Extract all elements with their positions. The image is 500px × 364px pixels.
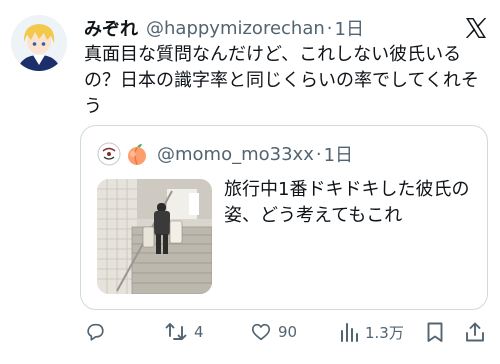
quoted-tweet-text: 旅行中1番ドキドキした彼氏の姿、どう考えてもこれ (224, 179, 470, 226)
quoted-tweet-photo[interactable] (97, 179, 212, 294)
retweet-icon (165, 323, 187, 340)
separator-dot: · (326, 17, 333, 39)
separator-dot: · (315, 143, 322, 165)
tweet-timestamp[interactable]: 1日 (335, 15, 364, 41)
like-button[interactable]: 90 (250, 318, 297, 346)
quoted-tweet-card[interactable]: @momo_mo33xx · 1日 旅行中1番ドキドキした彼氏の姿、どう考えても… (80, 125, 488, 310)
quoted-tweet-header: @momo_mo33xx · 1日 (97, 141, 353, 167)
retweet-count: 4 (194, 323, 204, 341)
reply-button[interactable] (84, 318, 106, 346)
like-count: 90 (278, 323, 298, 341)
retweet-button[interactable]: 4 (164, 318, 204, 346)
quoted-author-handle[interactable]: @momo_mo33xx (157, 144, 314, 165)
share-button[interactable] (464, 318, 486, 346)
tweet-text: 真面目な質問なんだけど、これしない彼氏いるの？日本の識字率と同じくらいの率でして… (84, 44, 479, 117)
author-handle[interactable]: @happymizorechan (146, 18, 325, 39)
views-bar-chart-icon (341, 323, 358, 342)
peach-emoji-icon (125, 142, 149, 166)
views-count: 1.3万 (365, 323, 404, 342)
bookmark-icon (427, 322, 443, 342)
views-button[interactable]: 1.3万 (339, 318, 404, 346)
x-logo-icon[interactable] (464, 16, 488, 40)
quoted-author-avatar[interactable] (97, 142, 121, 166)
author-avatar[interactable] (11, 15, 67, 71)
bookmark-button[interactable] (425, 318, 445, 346)
share-icon (466, 322, 484, 342)
tweet-header: みぞれ @happymizorechan · 1日 (84, 13, 364, 43)
author-display-name[interactable]: みぞれ (84, 15, 138, 41)
tweet-action-bar: 4 90 1.3万 (84, 318, 488, 346)
quoted-tweet-timestamp[interactable]: 1日 (324, 141, 353, 167)
heart-icon (251, 323, 271, 341)
reply-icon (87, 323, 104, 341)
